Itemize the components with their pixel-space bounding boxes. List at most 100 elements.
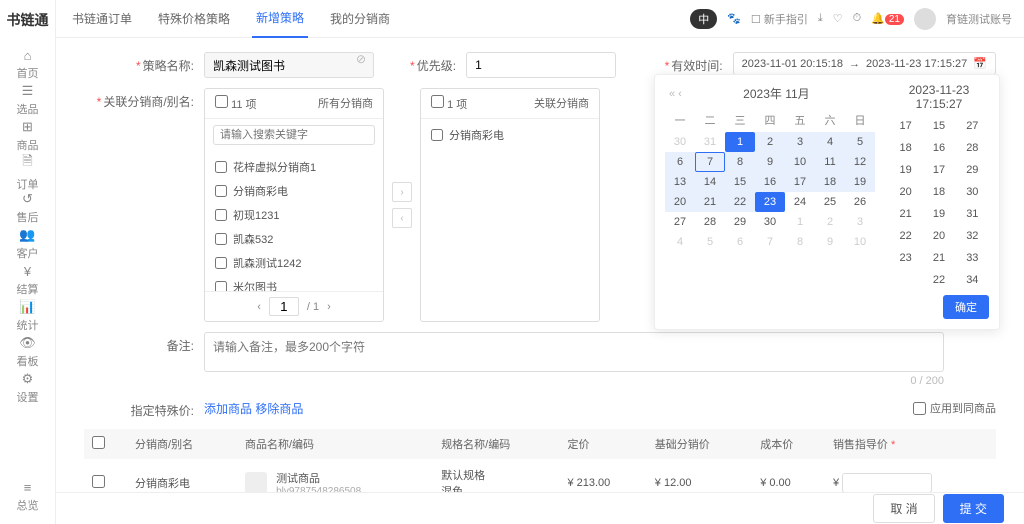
transfer-item[interactable]: 分销商彩电: [205, 179, 383, 203]
calendar-day[interactable]: 6: [665, 152, 695, 172]
move-left-button[interactable]: ‹: [392, 208, 412, 228]
calendar-day[interactable]: 25: [815, 192, 845, 212]
calendar-time-cell[interactable]: 32: [956, 227, 989, 245]
remark-textarea[interactable]: [204, 332, 944, 372]
calendar-day[interactable]: 13: [665, 172, 695, 192]
calendar-time-cell[interactable]: 22: [922, 271, 955, 289]
page-input[interactable]: [269, 297, 299, 316]
right-check-all[interactable]: [431, 95, 444, 108]
calendar-time-cell[interactable]: [889, 271, 922, 289]
move-right-button[interactable]: ›: [392, 182, 412, 202]
calendar-time-cell[interactable]: 17: [889, 117, 922, 135]
calendar-day[interactable]: 2: [815, 212, 845, 232]
calendar-time-cell[interactable]: 20: [922, 227, 955, 245]
calendar-time-cell[interactable]: 21: [922, 249, 955, 267]
calendar-day[interactable]: 30: [755, 212, 785, 232]
sidebar-item[interactable]: ⊞商品: [0, 118, 55, 154]
calendar-time-cell[interactable]: 19: [922, 205, 955, 223]
submit-button[interactable]: 提 交: [943, 494, 1004, 523]
calendar-day[interactable]: 2: [755, 132, 785, 152]
calendar-day[interactable]: 24: [785, 192, 815, 212]
calendar-day[interactable]: 12: [845, 152, 875, 172]
calendar-day[interactable]: 4: [665, 232, 695, 252]
calendar-day[interactable]: 20: [665, 192, 695, 212]
calendar-day[interactable]: 9: [755, 152, 785, 172]
calendar-day[interactable]: 5: [845, 132, 875, 152]
username[interactable]: 育链测试账号: [946, 11, 1012, 27]
guide-price-input[interactable]: [842, 473, 932, 492]
calendar-time-cell[interactable]: 17: [922, 161, 955, 179]
calendar-time-cell[interactable]: 31: [956, 205, 989, 223]
calendar-day[interactable]: 21: [695, 192, 725, 212]
bell-icon[interactable]: 🔔21: [871, 12, 904, 25]
sidebar-item[interactable]: 👥客户: [0, 226, 55, 262]
calendar-day[interactable]: 8: [725, 152, 755, 172]
calendar-time-cell[interactable]: 18: [889, 139, 922, 157]
top-tab[interactable]: 特殊价格策略: [154, 0, 234, 38]
calendar-day[interactable]: 5: [695, 232, 725, 252]
calendar-day[interactable]: 3: [845, 212, 875, 232]
apply-same-checkbox[interactable]: 应用到同商品: [913, 400, 996, 416]
calendar-time-cell[interactable]: 29: [956, 161, 989, 179]
transfer-item[interactable]: 初现1231: [205, 203, 383, 227]
transfer-item[interactable]: 花梓虚拟分销商1: [205, 155, 383, 179]
calendar-day[interactable]: 1: [725, 132, 755, 152]
calendar-day[interactable]: 11: [815, 152, 845, 172]
calendar-day[interactable]: 19: [845, 172, 875, 192]
top-tab[interactable]: 我的分销商: [326, 0, 394, 38]
calendar-time-cell[interactable]: 28: [956, 139, 989, 157]
calendar-day[interactable]: 17: [785, 172, 815, 192]
clear-icon[interactable]: ⊘: [356, 52, 366, 66]
calendar-day[interactable]: 3: [785, 132, 815, 152]
cancel-button[interactable]: 取 消: [873, 494, 934, 523]
transfer-item[interactable]: 米尔图书: [205, 275, 383, 291]
calendar-time-cell[interactable]: 15: [922, 117, 955, 135]
row-checkbox[interactable]: [92, 475, 105, 488]
calendar-time-cell[interactable]: 22: [889, 227, 922, 245]
sidebar-item[interactable]: 👁看板: [0, 334, 55, 370]
date-range-input[interactable]: 2023-11-01 20:15:18 → 2023-11-23 17:15:2…: [733, 52, 996, 75]
calendar-time-cell[interactable]: 34: [956, 271, 989, 289]
calendar-day[interactable]: 10: [785, 152, 815, 172]
calendar-day[interactable]: 27: [665, 212, 695, 232]
calendar-day[interactable]: 9: [815, 232, 845, 252]
top-tab[interactable]: 书链通订单: [68, 0, 136, 38]
calendar-day[interactable]: 15: [725, 172, 755, 192]
priority-input[interactable]: [466, 52, 616, 78]
sidebar-overview[interactable]: ≡ 总览: [0, 478, 55, 514]
calendar-time-cell[interactable]: 20: [889, 183, 922, 201]
transfer-search-input[interactable]: [213, 125, 375, 145]
strategy-name-input[interactable]: [204, 52, 374, 78]
transfer-item[interactable]: 凯森532: [205, 227, 383, 251]
calendar-day[interactable]: 29: [725, 212, 755, 232]
calendar-day[interactable]: 22: [725, 192, 755, 212]
calendar-day[interactable]: 10: [845, 232, 875, 252]
remove-goods-link[interactable]: 移除商品: [255, 400, 303, 417]
sidebar-item[interactable]: ¥结算: [0, 262, 55, 298]
calendar-day[interactable]: 23: [755, 192, 785, 212]
calendar-day[interactable]: 18: [815, 172, 845, 192]
avatar[interactable]: [914, 8, 936, 30]
calendar-day[interactable]: 16: [755, 172, 785, 192]
page-next[interactable]: ›: [327, 301, 331, 313]
calendar-confirm-button[interactable]: 确定: [943, 295, 989, 319]
calendar-day[interactable]: 30: [665, 132, 695, 152]
sidebar-item[interactable]: ↺售后: [0, 190, 55, 226]
calendar-day[interactable]: 7: [695, 152, 725, 172]
sidebar-item[interactable]: ⚙设置: [0, 370, 55, 406]
calendar-time-cell[interactable]: 23: [889, 249, 922, 267]
calendar-day[interactable]: 8: [785, 232, 815, 252]
calendar-time-cell[interactable]: 21: [889, 205, 922, 223]
calendar-time-cell[interactable]: 33: [956, 249, 989, 267]
page-prev[interactable]: ‹: [257, 301, 261, 313]
calendar-day[interactable]: 6: [725, 232, 755, 252]
calendar-time-cell[interactable]: 27: [956, 117, 989, 135]
heart-icon[interactable]: ♡: [833, 12, 843, 25]
clock-icon[interactable]: ⏱: [853, 12, 862, 25]
calendar-time-cell[interactable]: 19: [889, 161, 922, 179]
calendar-day[interactable]: 1: [785, 212, 815, 232]
calendar-day[interactable]: 26: [845, 192, 875, 212]
sidebar-item[interactable]: 📊统计: [0, 298, 55, 334]
calendar-day[interactable]: 4: [815, 132, 845, 152]
calendar-day[interactable]: 28: [695, 212, 725, 232]
